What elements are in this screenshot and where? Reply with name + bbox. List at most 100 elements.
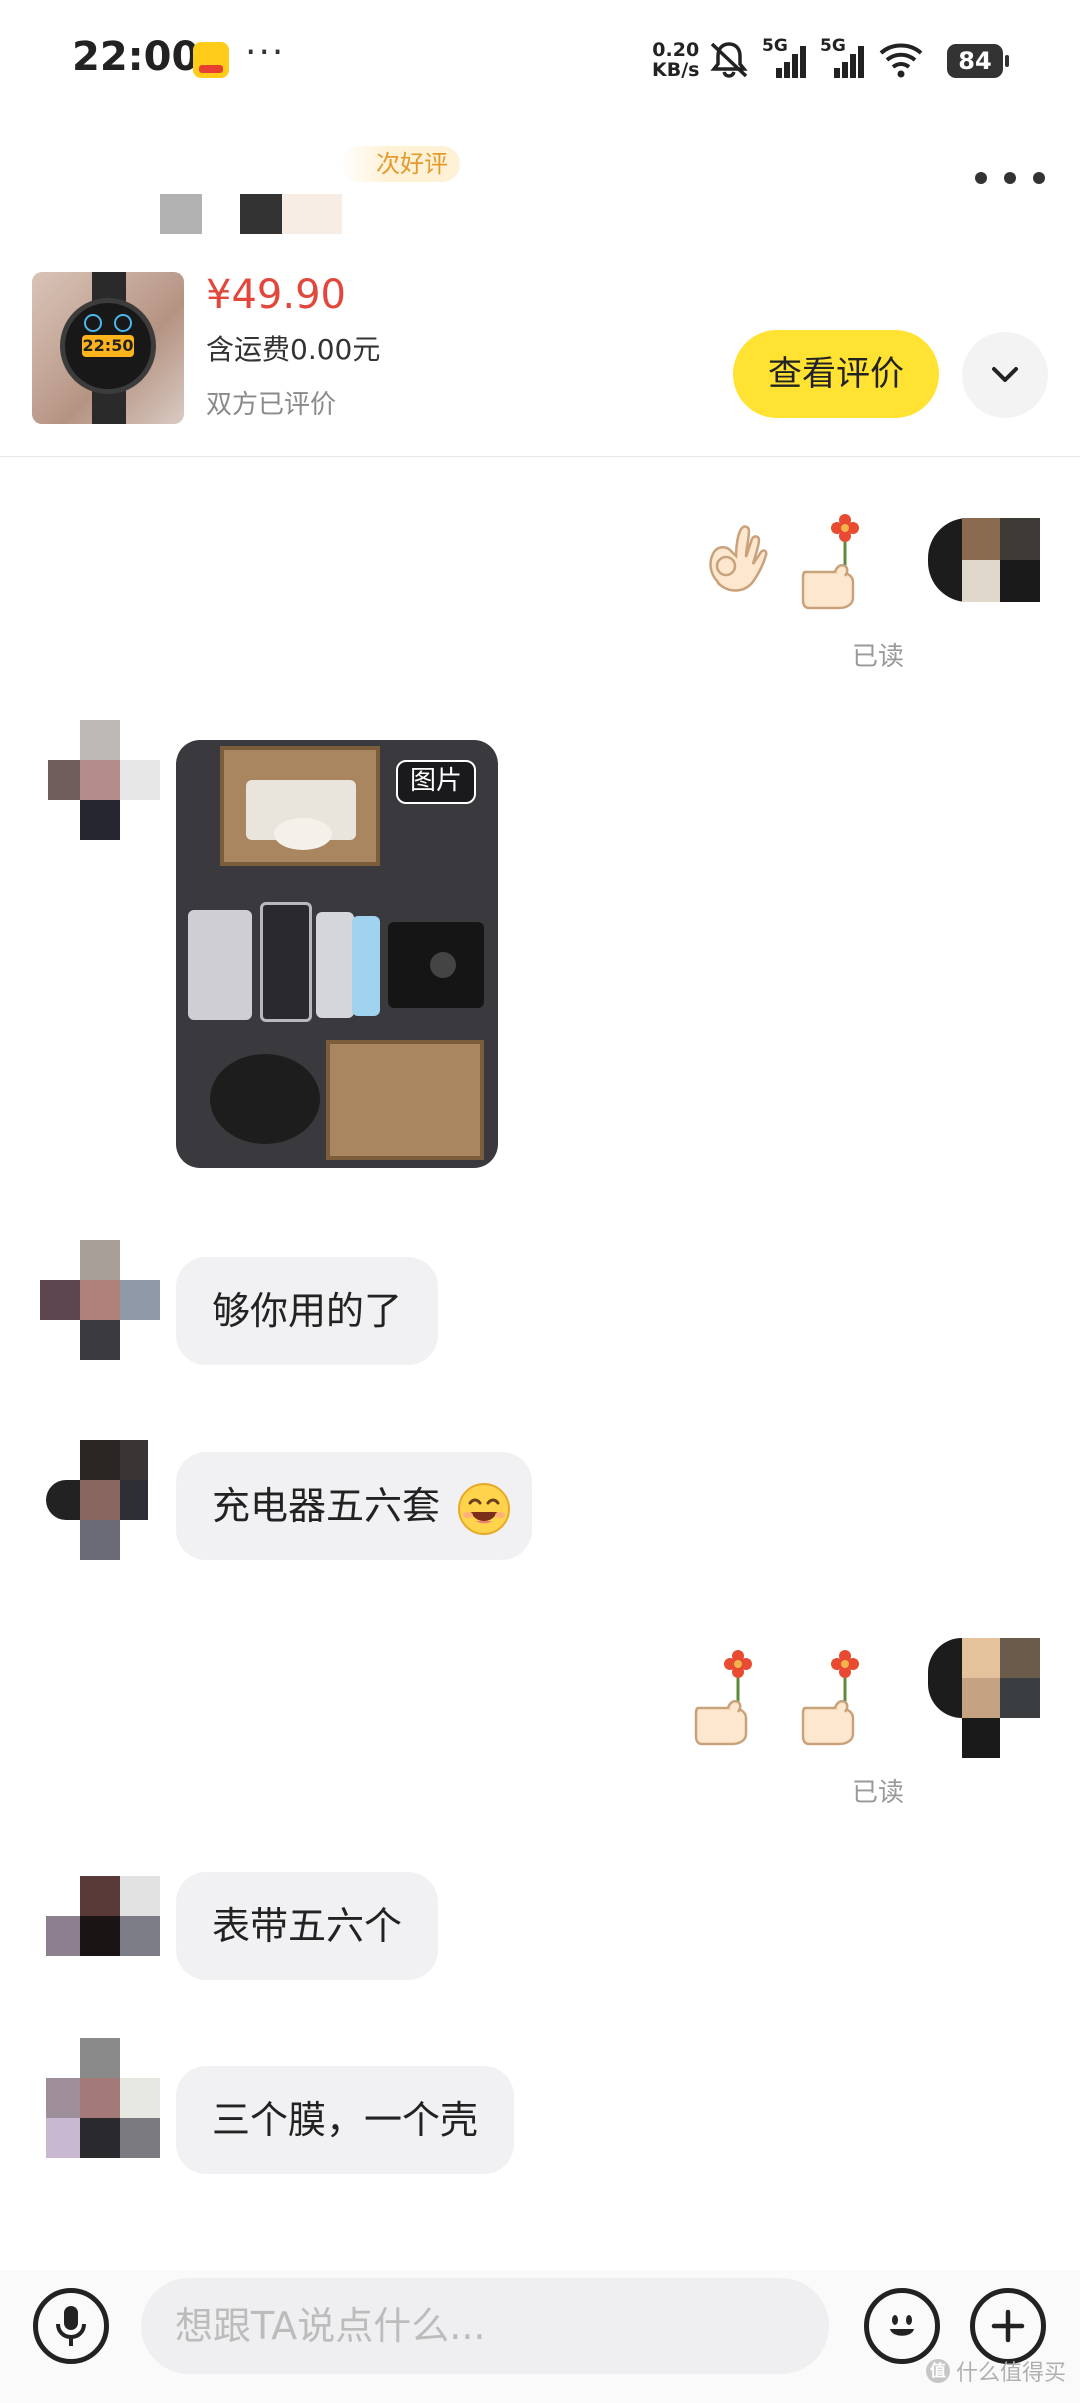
- photo-item: [188, 910, 252, 1020]
- status-bar: 22:00 ··· 0.20 KB/s 5G 5G 84: [0, 0, 1080, 120]
- product-thumbnail[interactable]: 22:50: [32, 272, 184, 424]
- text-message: 三个膜，一个壳: [176, 2066, 515, 2174]
- blur-block: [80, 720, 120, 760]
- grinning-emoji: [458, 1482, 511, 1535]
- ok-hand-sticker[interactable]: [688, 512, 788, 612]
- blur-block: [962, 560, 1000, 602]
- photo-item: [316, 912, 354, 1018]
- status-more-icon: ···: [245, 32, 286, 73]
- blur-block: [1000, 1678, 1040, 1718]
- blur-block: [962, 518, 1000, 560]
- blur-block: [120, 1876, 160, 1916]
- blur-block: [48, 760, 80, 800]
- dot: [1033, 172, 1045, 184]
- avatar-contact[interactable]: [40, 1440, 160, 1560]
- read-status: 已读: [852, 1778, 905, 1808]
- product-card[interactable]: 22:50 ¥49.90 含运费0.00元 双方已评价 查看评价: [0, 262, 1080, 457]
- blur-block: [40, 1280, 80, 1320]
- chat-header: [0, 120, 1080, 234]
- avatar-contact[interactable]: [40, 720, 160, 840]
- blur-block: [80, 1480, 120, 1520]
- blur-block: [80, 1916, 120, 1956]
- blur-block: [80, 800, 120, 840]
- watch-time: 22:50: [82, 335, 134, 357]
- blur-block: [1000, 560, 1040, 602]
- image-badge: 图片: [395, 760, 476, 804]
- avatar-contact[interactable]: [40, 1240, 160, 1360]
- thumb-flower-sticker[interactable]: [795, 1648, 880, 1748]
- blur-block: [46, 2118, 80, 2158]
- emoji-button[interactable]: [864, 2288, 940, 2364]
- blur-block: [962, 1678, 1000, 1718]
- photo-item: [274, 818, 332, 850]
- avatar-self[interactable]: [928, 1638, 1040, 1758]
- net-speed-unit: KB/s: [652, 59, 700, 81]
- product-price: ¥49.90: [206, 272, 346, 318]
- watermark-badge: 值: [925, 2359, 950, 2383]
- dot: [975, 172, 987, 184]
- blur-block: [46, 1480, 80, 1520]
- review-tag: 次好评: [340, 146, 460, 182]
- signal-2-icon: 5G: [820, 36, 866, 80]
- expand-button[interactable]: [962, 332, 1048, 418]
- blur-block: [80, 1240, 120, 1280]
- blur-block: [160, 194, 202, 234]
- message-input[interactable]: [141, 2278, 829, 2374]
- more-actions-button[interactable]: [970, 2288, 1046, 2364]
- text-message: 表带五六个: [176, 1872, 439, 1980]
- net-speed: 0.20 KB/s: [652, 40, 699, 80]
- blur-block: [80, 2038, 120, 2078]
- image-message[interactable]: 图片: [176, 740, 498, 1168]
- microphone-icon: [56, 2306, 86, 2346]
- blur-block: [120, 2118, 160, 2158]
- blur-block: [80, 1876, 120, 1916]
- text-message: 够你用的了: [176, 1257, 439, 1365]
- watermark: 值 什么值得买: [925, 2355, 1066, 2387]
- xianyu-app-icon: [193, 42, 229, 78]
- mute-bell-icon: [710, 42, 748, 78]
- read-status: 已读: [852, 642, 905, 672]
- blur-block: [80, 2118, 120, 2158]
- avatar-contact[interactable]: [40, 1876, 160, 1956]
- avatar-contact[interactable]: [40, 2038, 160, 2158]
- thumb-flower-sticker[interactable]: [688, 1648, 773, 1748]
- shipping-fee: 含运费0.00元: [206, 333, 381, 366]
- blur-block: [120, 1280, 160, 1320]
- dot: [1004, 172, 1016, 184]
- blur-block: [282, 194, 342, 234]
- watermark-text: 什么值得买: [955, 2361, 1066, 2386]
- review-status: 双方已评价: [206, 390, 337, 420]
- blur-block: [928, 1638, 962, 1718]
- blur-block: [120, 1916, 160, 1956]
- blur-block: [120, 1440, 148, 1480]
- blur-block: [80, 760, 120, 800]
- avatar-self[interactable]: [928, 518, 1040, 602]
- blur-block: [1000, 518, 1040, 560]
- blur-block: [962, 1638, 1000, 1678]
- blur-block: [46, 2078, 80, 2118]
- photo-box: [326, 1040, 484, 1160]
- thumb-flower-sticker[interactable]: [795, 512, 880, 612]
- blur-block: [80, 2078, 120, 2118]
- photo-item: [352, 916, 380, 1016]
- wifi-icon: [879, 43, 923, 78]
- blur-block: [120, 2078, 160, 2118]
- message-text: 充电器五六套: [212, 1484, 441, 1528]
- watch-dial: [114, 314, 132, 332]
- blur-block: [80, 1280, 120, 1320]
- blur-block: [80, 1320, 120, 1360]
- photo-item: [430, 952, 456, 978]
- photo-item: [210, 1054, 320, 1144]
- blur-block: [80, 1440, 120, 1480]
- watch-dial: [84, 314, 102, 332]
- more-options-button[interactable]: [975, 158, 1045, 198]
- blur-block: [80, 1520, 120, 1560]
- signal-1-icon: 5G: [762, 36, 808, 80]
- view-review-button[interactable]: 查看评价: [733, 330, 939, 418]
- blur-block: [120, 760, 160, 800]
- blur-block: [120, 1480, 148, 1520]
- photo-item: [260, 902, 312, 1022]
- voice-input-button[interactable]: [33, 2288, 109, 2364]
- blur-block: [962, 1718, 1000, 1758]
- plus-icon: [991, 2309, 1025, 2343]
